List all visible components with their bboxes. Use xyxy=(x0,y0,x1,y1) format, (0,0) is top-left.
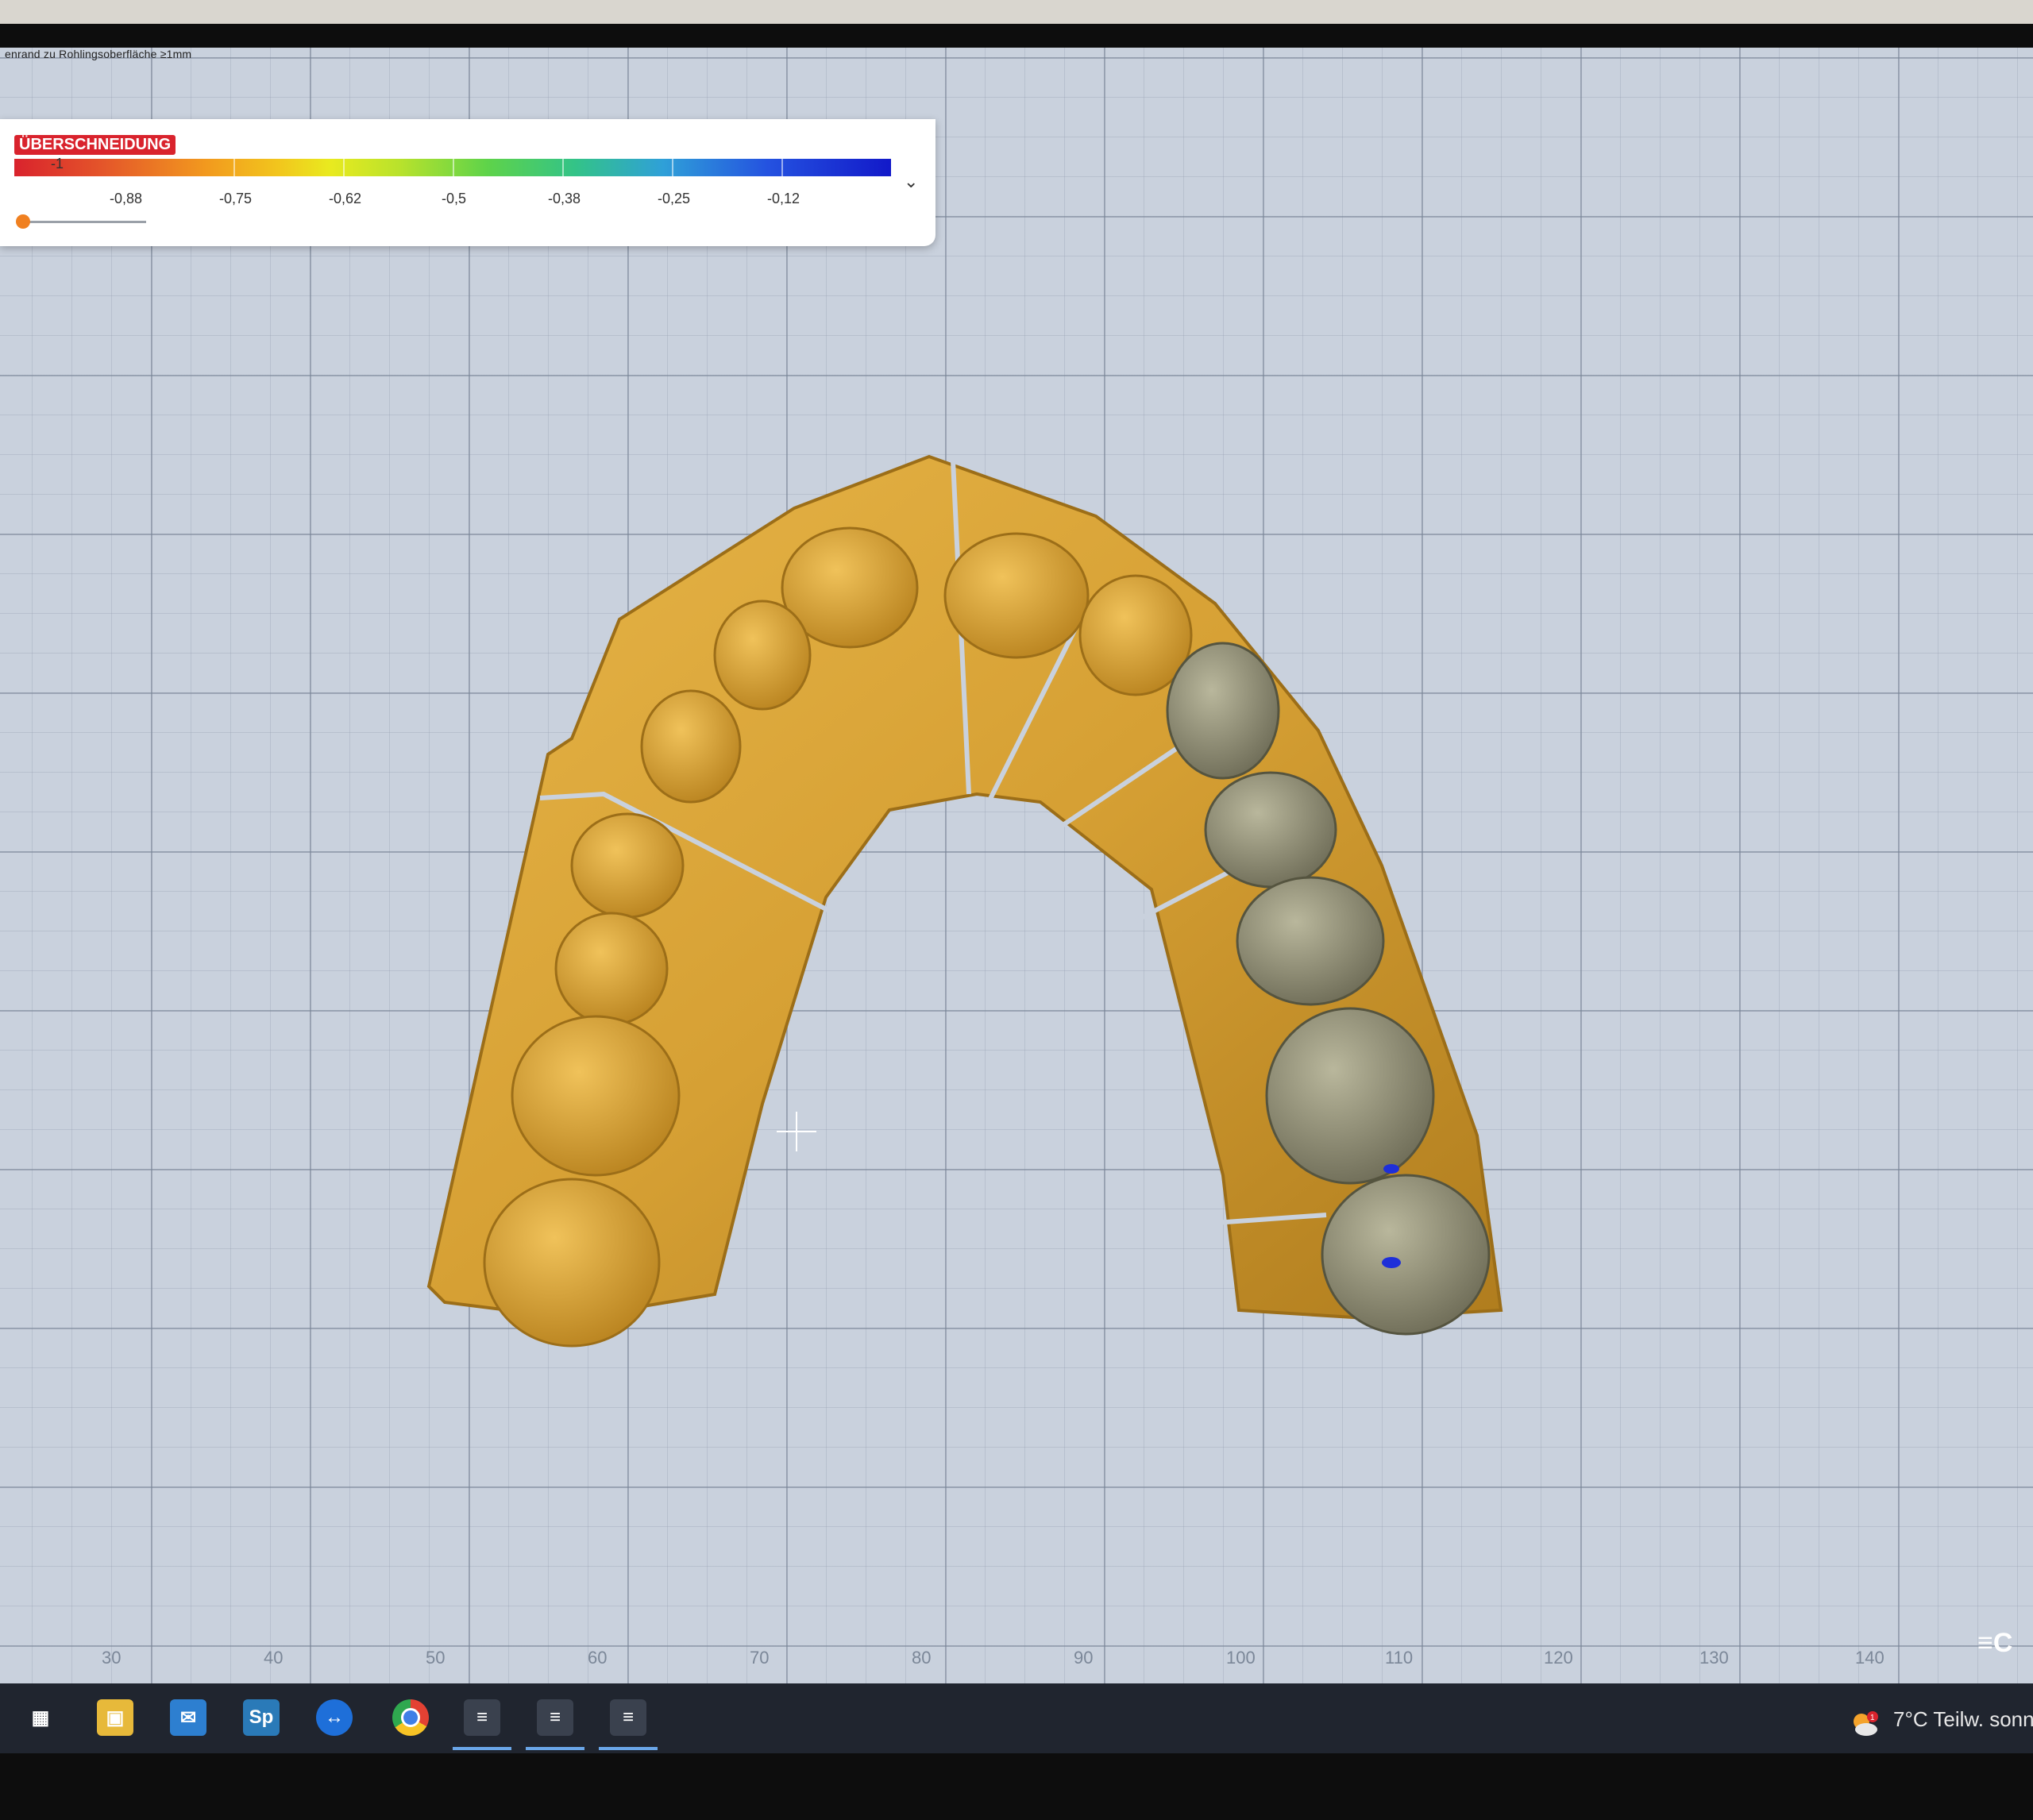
sp-app-label: Sp xyxy=(249,1706,274,1728)
tooth xyxy=(554,912,669,1026)
tooth xyxy=(640,689,742,804)
ruler-label: 120 xyxy=(1544,1648,1573,1668)
tooth xyxy=(713,600,812,711)
ruler-label: 50 xyxy=(426,1648,446,1668)
ruler-label: 110 xyxy=(1385,1648,1414,1668)
crown xyxy=(1204,771,1337,889)
legend-tick: -0,88 xyxy=(110,191,143,206)
legend-slider-track[interactable] xyxy=(19,221,146,223)
tooth xyxy=(511,1015,681,1177)
ruler-label: 130 xyxy=(1699,1648,1729,1668)
tooth xyxy=(483,1178,661,1348)
ruler-label: 70 xyxy=(750,1648,770,1668)
sp-app-icon[interactable]: Sp xyxy=(243,1699,280,1736)
intersection-spot xyxy=(1382,1257,1401,1268)
ruler-label: 30 xyxy=(102,1648,122,1668)
cad-app-icon[interactable]: ≡ xyxy=(610,1699,646,1736)
tooth xyxy=(943,532,1090,659)
intersection-spot xyxy=(1383,1164,1399,1174)
ruler-label: 90 xyxy=(1074,1648,1094,1668)
legend-tick: -1 xyxy=(51,156,64,172)
ruler-label: 100 xyxy=(1226,1648,1256,1668)
legend-tick: -0,12 xyxy=(767,191,800,206)
teamviewer-icon[interactable]: ↔ xyxy=(316,1699,353,1736)
cad-app-icon[interactable]: ≡ xyxy=(537,1699,573,1736)
chevron-down-icon[interactable]: ⌄ xyxy=(904,172,918,192)
notification-count: 1 xyxy=(1870,1714,1875,1722)
legend-title: ÜBERSCHNEIDUNG xyxy=(14,135,176,155)
crown xyxy=(1166,642,1280,780)
weather-text[interactable]: 7°C Teilw. sonn xyxy=(1893,1707,2033,1732)
legend-tick: -0,25 xyxy=(658,191,691,206)
active-indicator xyxy=(599,1747,658,1750)
dental-arch-model[interactable] xyxy=(0,48,2033,1683)
crown xyxy=(1265,1007,1435,1185)
legend-tick: -0,5 xyxy=(442,191,467,206)
legend-tick: -0,62 xyxy=(329,191,362,206)
cursor-crosshair xyxy=(777,1112,816,1151)
task-view-icon[interactable]: ▦ xyxy=(22,1699,59,1736)
active-indicator xyxy=(453,1747,511,1750)
legend-slider-knob[interactable] xyxy=(16,214,30,229)
windows-taskbar xyxy=(0,1683,2033,1753)
intersection-legend[interactable]: ÜBERSCHNEIDUNG -1 -0,88 -0,75 -0,62 -0,5… xyxy=(0,119,935,246)
legend-tick: -0,38 xyxy=(548,191,581,206)
app-logo-icon: ≡C xyxy=(1977,1628,2013,1658)
active-indicator xyxy=(526,1747,584,1750)
legend-tick: -0,75 xyxy=(219,191,253,206)
legend-color-bar xyxy=(14,159,891,176)
crown xyxy=(1236,876,1385,1006)
cad-app-icon[interactable]: ≡ xyxy=(464,1699,500,1736)
crown xyxy=(1321,1174,1491,1336)
ruler-label: 60 xyxy=(588,1648,608,1668)
ruler-label: 80 xyxy=(912,1648,932,1668)
mail-icon[interactable]: ✉ xyxy=(170,1699,206,1736)
ruler-label: 40 xyxy=(264,1648,284,1668)
tooth xyxy=(570,812,685,919)
ruler-label: 140 xyxy=(1855,1648,1884,1668)
weather-icon[interactable]: 1 xyxy=(1850,1710,1879,1737)
cad-viewport[interactable]: enrand zu Rohlingsoberfläche ≥1mm ÜBERSC… xyxy=(0,48,2033,1683)
chrome-icon[interactable] xyxy=(392,1699,429,1736)
file-explorer-icon[interactable]: ▣ xyxy=(97,1699,133,1736)
